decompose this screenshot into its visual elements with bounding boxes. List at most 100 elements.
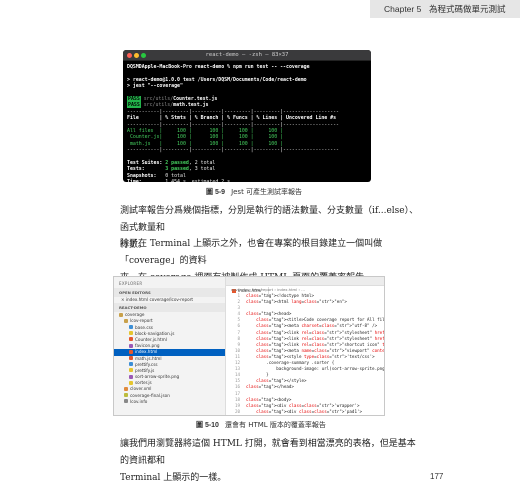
code-text: class="tag"><style type=class="str">'tex… [256,353,375,359]
page-number: 177 [430,472,444,481]
code-text: class="tag"><div class=class="str">'pad1… [256,408,363,414]
file-name: coverage-final.json [130,392,170,398]
css-file-icon [129,325,133,330]
figure-number: 圖 5-10 [196,422,219,429]
passed-count: 3 passed [165,166,189,173]
coverage-table-row: -----------|---------|----------|-------… [127,121,339,128]
figure-number: 圖 5-9 [206,189,226,196]
code-text: .coverage-summary .sorter { [246,360,335,366]
folder-file-icon [119,312,123,317]
editor-pane: index.html coverage › lcov-report › inde… [226,277,384,415]
code-line[interactable]: 21 class="tag"><h1>All filesclass="tag">… [226,415,384,416]
coverage-table-row: File | % Stmts | % Branch | % Funcs | % … [127,115,337,122]
html-file-icon [129,337,133,342]
code-text: background-image: url(sort-arrow-sprite.… [246,366,385,372]
test-dir: src/utils/ [140,102,174,109]
code-text: class="tag"></style> [256,378,307,384]
file-tree: coverage lcov-report base.css block-navigat… [114,312,225,405]
xml-file-icon [124,386,128,391]
code-text: class="tag"><html lang=class="str">"en"> [246,299,347,305]
code-text: class="tag"></head> [246,384,294,390]
file-name: coverage [125,312,145,318]
js-file-icon [129,368,133,373]
explorer-title: EXPLORER [119,281,143,286]
code-text: class="tag"><body> [246,396,292,402]
paragraph-line: 讓我們用瀏覽器將這個 HTML 打開，就會看到相當漂亮的表格，但是基本的資訊都和 [120,439,416,466]
file-name: lcov-report [130,318,153,324]
paragraph-line: 測試率報告分爲幾個指標，分別是執行的語法數量、分支數量（if...else）、函… [120,206,419,233]
summary-label: Tests: [127,166,166,173]
figure-caption-5-9: 圖 5-9 Jest 可產生測試率報告 [206,187,302,197]
summary-value: 2 passed, 2 total [165,159,216,166]
code-text: class="tag"><meta name=class="str">"view… [256,347,385,353]
passed-count: 2 passed [165,159,189,166]
file-name: prettify.js [135,367,155,373]
figure-caption-text: 還會有 HTML 版本的覆蓋率報告 [224,421,326,429]
code-text: class="tag"><h1>All filesclass="tag"></h… [246,415,372,416]
summary-label: Snapshots: [127,172,166,179]
code-text: } [246,372,269,378]
file-name: sorter.js [135,380,152,386]
line-number: 21 [226,415,240,416]
file-name: clover.xml [130,386,152,392]
open-editor-item[interactable]: × index.html coverage/lcov-report [114,297,225,303]
folder-file-icon [124,318,128,323]
file-name: lcov.info [130,398,148,404]
summary-label: Time: [127,179,165,182]
code-text: class="tag"><link rel=class="str">"style… [256,329,385,335]
chapter-tab: Chapter 5 為程式碼做單元測試 [370,0,520,18]
png-file-icon [129,343,133,348]
paragraph-line: 除了在 Terminal 上顯示之外，也會在專案的根目錄建立一個叫做「cover… [120,239,383,266]
summary-value: 0 total [165,172,186,179]
terminal-title: react-demo — -zsh — 83×37 [205,52,289,58]
tab-bar: index.html [226,277,384,296]
terminal-window: react-demo — -zsh — 83×37 DQSMDApple-Mac… [123,50,371,182]
css-file-icon [129,362,133,367]
code-text: class="tag"><head> [246,311,292,317]
code-text: class="tag"><title>Code coverage report … [256,317,385,323]
vscode-window: EXPLORER OPEN EDITORS × index.html cover… [113,276,385,416]
json-file-icon [124,393,128,398]
png-file-icon [129,374,133,379]
chapter-title: 為程式碼做單元測試 [429,5,506,15]
terminal-output: DQSMDApple-MacBook-Pro react-demo % npm … [123,61,371,182]
summary-value: 1.454 s, estimated 2 s [165,179,230,182]
explorer-panel: EXPLORER OPEN EDITORS × index.html cover… [114,277,226,415]
code-text: class="tag"><link rel=class="str">"style… [256,335,385,341]
html-file-icon [129,349,133,354]
html-file-icon [129,356,133,360]
code-text: class="tag"><!doctype html> [246,293,315,298]
pass-badge: PASS [127,102,141,109]
open-editors-section[interactable]: OPEN EDITORS [114,288,225,297]
summary-value: 3 passed, 3 total [165,166,216,173]
file-name: math.js.html [135,355,162,361]
code-area[interactable]: 1 class="tag"><!doctype html> 2 class="tag"… [226,293,385,416]
code-text: class="tag"><meta charset=class="str">"u… [256,323,378,329]
coverage-table-row: -----------|---------|----------|-------… [127,147,339,154]
file-name: sort-arrow-sprite.png [135,374,180,380]
project-section[interactable]: REACT-DEMO [114,303,225,313]
info-file-icon [124,399,128,404]
breadcrumb[interactable]: coverage › lcov-report › index.html › ..… [226,286,384,293]
js-file-icon [129,331,133,336]
paragraph-line: Terminal 上顯示的一樣。 [120,473,227,483]
file-name: prettify.css [135,361,158,367]
chapter-number: Chapter 5 [384,4,422,14]
terminal-title-bar: react-demo — -zsh — 83×37 [123,50,371,61]
paragraph: 讓我們用瀏覽器將這個 HTML 打開，就會看到相當漂亮的表格，但是基本的資訊都和… [120,436,420,487]
js-file-icon [129,380,133,385]
summary-label: Test Suites: [127,159,166,166]
file-name: base.css [135,324,153,330]
page-header: Chapter 5 為程式碼做單元測試 [0,0,520,22]
figure-caption-text: Jest 可產生測試率報告 [231,188,303,196]
code-text: class="tag"><link rel=class="str">"short… [256,341,385,347]
code-text: class="tag"><div class=class="str">'wrap… [246,402,360,408]
figure-caption-5-10: 圖 5-10 還會有 HTML 版本的覆蓋率報告 [196,420,326,430]
file-name: favicon.png [135,343,160,349]
summary-line: Time: 1.454 s, estimated 2 s [127,179,367,182]
file-name: block-navigation.js [135,330,175,336]
file-name: Counter.js.html [135,336,167,342]
file-name: index.html [135,349,158,355]
file-item[interactable]: lcov.info [114,399,225,405]
test-file: math.test.js [173,102,209,109]
